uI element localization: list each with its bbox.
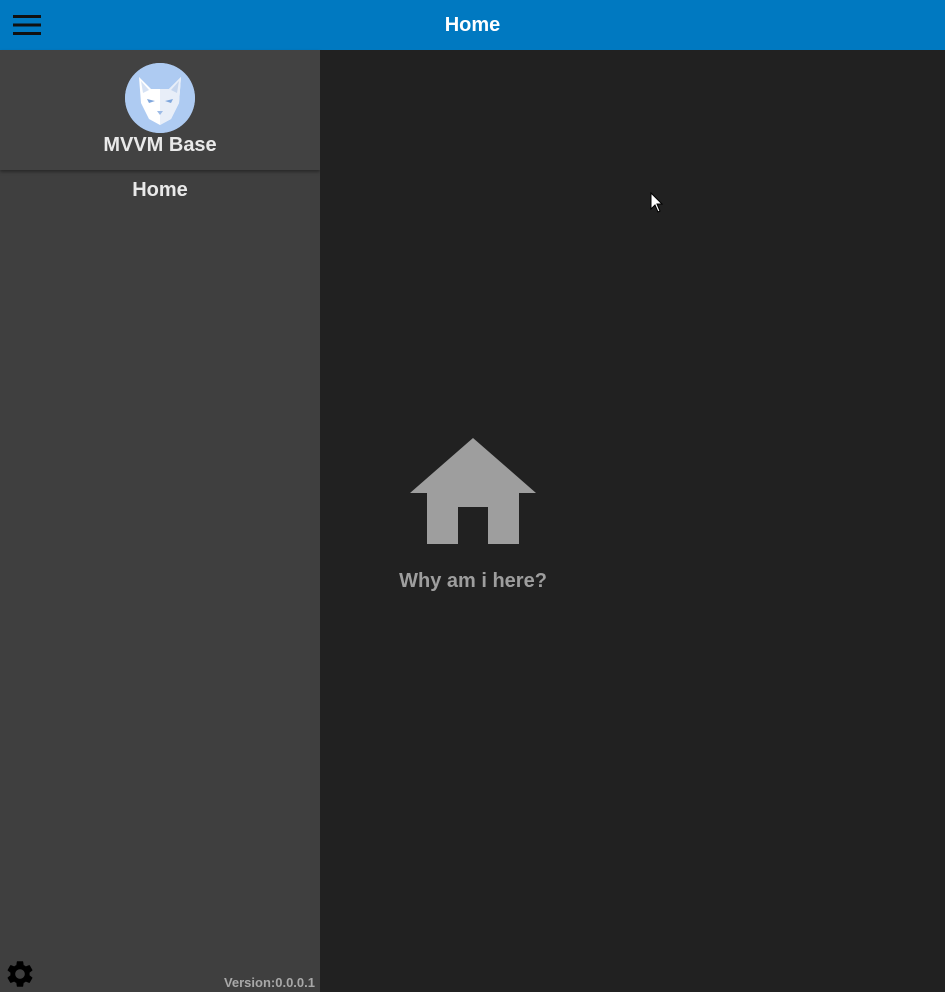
app-window: Home MVVM Base Home Version:0.0.0.1 Why … xyxy=(0,0,945,992)
top-app-bar: Home xyxy=(0,0,945,50)
nav-item-home[interactable]: Home xyxy=(0,177,320,207)
drawer-header: MVVM Base xyxy=(0,50,320,170)
page-title: Home xyxy=(444,14,501,36)
home-icon xyxy=(410,438,536,544)
cat-logo-icon xyxy=(125,63,195,133)
settings-button[interactable] xyxy=(4,958,36,990)
empty-state-message: Why am i here? xyxy=(399,570,547,592)
main-content: Why am i here? xyxy=(320,50,945,992)
app-logo xyxy=(125,63,195,133)
gear-icon xyxy=(7,961,33,987)
navigation-drawer: MVVM Base Home Version:0.0.0.1 xyxy=(0,50,320,992)
version-label: Version:0.0.0.1 xyxy=(223,975,315,990)
nav-item-label: Home xyxy=(132,179,188,201)
app-name: MVVM Base xyxy=(103,134,217,156)
